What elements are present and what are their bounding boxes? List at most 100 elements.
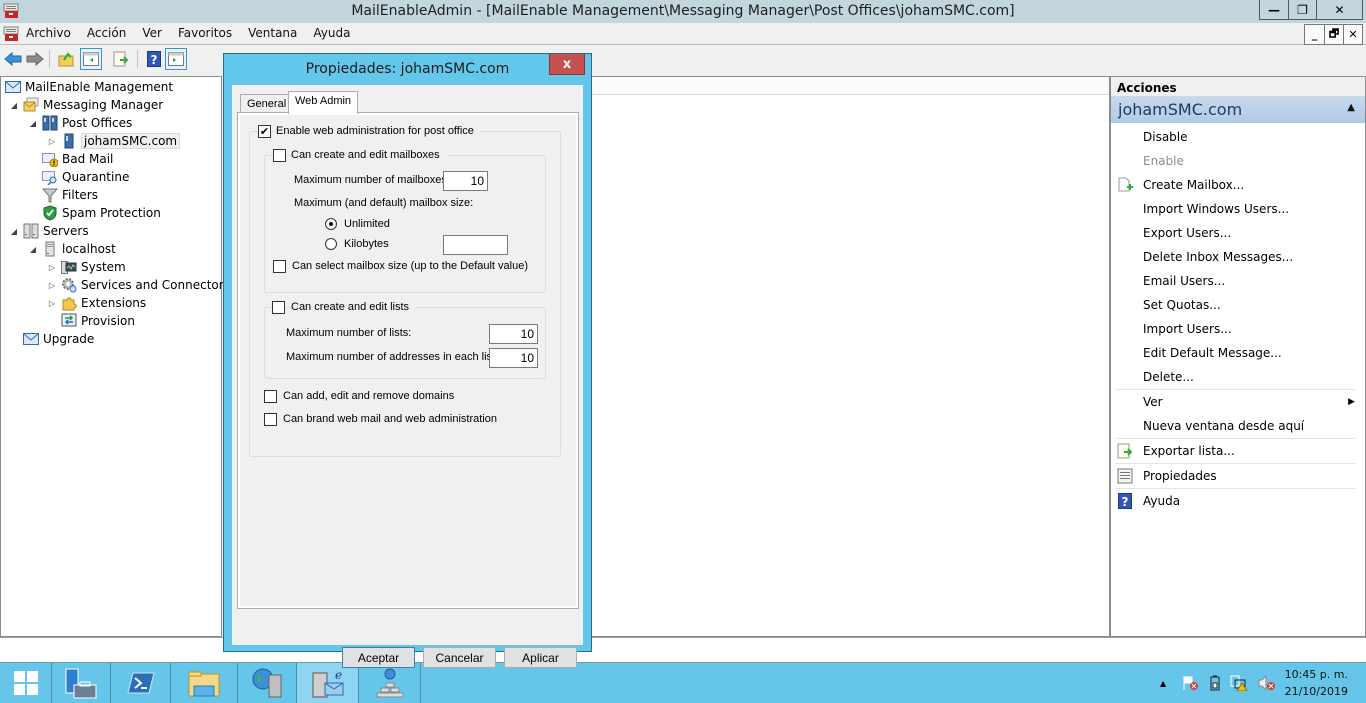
- enable-web-admin-checkbox[interactable]: ✔: [258, 125, 271, 138]
- restore-button[interactable]: ❐: [1288, 0, 1316, 19]
- action-export-users[interactable]: Export Users...: [1111, 221, 1365, 245]
- action-label: Create Mailbox...: [1143, 178, 1245, 192]
- show-hide-tree-button[interactable]: [80, 48, 102, 70]
- minimize-button[interactable]: —: [1260, 0, 1288, 19]
- action-center-flag-icon[interactable]: [1182, 675, 1200, 691]
- kilobytes-input[interactable]: [443, 235, 508, 255]
- max-lists-input[interactable]: 10: [489, 324, 538, 344]
- volume-muted-icon[interactable]: [1258, 675, 1276, 691]
- tree-node-johamsmc-com[interactable]: ▷ johamSMC.com: [47, 132, 181, 150]
- taskbar-iis-manager[interactable]: [238, 663, 297, 703]
- tree-node-localhost[interactable]: ◢ localhost: [28, 240, 116, 258]
- up-one-level-button[interactable]: [55, 48, 77, 70]
- action-import-windows-users[interactable]: Import Windows Users...: [1111, 197, 1365, 221]
- action-label: Import Windows Users...: [1143, 202, 1290, 216]
- tree-node-provision[interactable]: Provision: [61, 312, 135, 330]
- taskbar-clock[interactable]: 10:45 p. m. 21/10/2019: [1285, 666, 1348, 700]
- apply-button[interactable]: Aplicar: [504, 647, 577, 668]
- menu-ventana[interactable]: Ventana: [248, 26, 305, 40]
- action-set-quotas[interactable]: Set Quotas...: [1111, 293, 1365, 317]
- action-delete[interactable]: Delete...: [1111, 365, 1365, 389]
- new-item-icon: [1118, 177, 1133, 192]
- action-create-mailbox[interactable]: Create Mailbox...: [1111, 173, 1365, 197]
- mdi-close-button[interactable]: ✕: [1343, 25, 1362, 44]
- tree-node-servers[interactable]: ◢ Servers: [9, 222, 89, 240]
- action-email-users[interactable]: Email Users...: [1111, 269, 1365, 293]
- menu-accion[interactable]: Acción: [87, 26, 134, 40]
- close-button[interactable]: ✕: [1316, 0, 1362, 19]
- action-propiedades[interactable]: Propiedades: [1111, 464, 1365, 488]
- action-import-users[interactable]: Import Users...: [1111, 317, 1365, 341]
- back-button[interactable]: [2, 48, 24, 70]
- max-mailboxes-input[interactable]: 10: [443, 171, 488, 191]
- tree-node-label: Servers: [43, 224, 89, 238]
- help-button[interactable]: ?: [143, 48, 165, 70]
- collapse-caret-icon[interactable]: ▲: [1347, 102, 1355, 113]
- action-edit-default-message[interactable]: Edit Default Message...: [1111, 341, 1365, 365]
- branding-checkbox[interactable]: [264, 413, 277, 426]
- tab-web-admin[interactable]: Web Admin: [288, 91, 359, 114]
- expand-icon[interactable]: ▷: [47, 281, 57, 290]
- domains-checkbox[interactable]: [264, 390, 277, 403]
- tree-node-mailenable-management[interactable]: MailEnable Management: [5, 78, 173, 96]
- tree-node-upgrade[interactable]: Upgrade: [23, 330, 94, 348]
- start-button[interactable]: [0, 663, 52, 703]
- dialog-close-button[interactable]: x: [549, 54, 585, 75]
- actions-section-header[interactable]: johamSMC.com ▲: [1111, 97, 1365, 123]
- system-icon: [61, 261, 77, 274]
- expand-icon[interactable]: ▷: [47, 137, 57, 146]
- forward-button[interactable]: [24, 48, 46, 70]
- show-hide-action-pane-button[interactable]: [165, 48, 187, 70]
- mdi-child-icon[interactable]: [3, 26, 19, 42]
- action-delete-inbox-messages[interactable]: Delete Inbox Messages...: [1111, 245, 1365, 269]
- action-ver[interactable]: Ver ▶: [1111, 390, 1365, 414]
- taskbar-file-explorer[interactable]: [171, 663, 238, 703]
- tree-node-post-offices[interactable]: ◢ Post Offices: [28, 114, 132, 132]
- taskbar-server-manager[interactable]: [52, 663, 111, 703]
- collapse-icon[interactable]: ◢: [28, 119, 38, 128]
- kilobytes-radio[interactable]: [325, 238, 337, 250]
- action-ayuda[interactable]: ? Ayuda: [1111, 489, 1365, 513]
- mdi-minimize-button[interactable]: _: [1305, 25, 1324, 44]
- taskbar-powershell[interactable]: [111, 663, 171, 703]
- battery-icon[interactable]: [1210, 675, 1220, 691]
- tree-node-bad-mail[interactable]: Bad Mail: [42, 150, 113, 168]
- cancel-button[interactable]: Cancelar: [423, 647, 496, 668]
- select-mailbox-size-checkbox[interactable]: [273, 260, 286, 273]
- create-edit-mailboxes-checkbox[interactable]: [273, 149, 286, 162]
- action-disable[interactable]: Disable: [1111, 125, 1365, 149]
- menu-ver[interactable]: Ver: [142, 26, 170, 40]
- tree-node-system[interactable]: ▷ System: [47, 258, 126, 276]
- menu-archivo[interactable]: Archivo: [26, 26, 79, 40]
- menu-favoritos[interactable]: Favoritos: [178, 26, 240, 40]
- unlimited-radio[interactable]: [325, 218, 337, 230]
- create-edit-lists-checkbox[interactable]: [272, 301, 285, 314]
- servers-icon: [23, 223, 39, 239]
- expand-icon[interactable]: ▷: [47, 299, 57, 308]
- tree-node-quarantine[interactable]: Quarantine: [42, 168, 129, 186]
- tree-node-messaging-manager[interactable]: ◢ Messaging Manager: [9, 96, 163, 114]
- taskbar-mailenable-admin[interactable]: e: [297, 663, 359, 703]
- menu-ayuda[interactable]: Ayuda: [313, 26, 358, 40]
- tree-node-label: System: [81, 260, 126, 274]
- collapse-icon[interactable]: ◢: [9, 101, 19, 110]
- tab-general[interactable]: General: [240, 94, 294, 113]
- collapse-icon[interactable]: ◢: [28, 245, 38, 254]
- network-warning-icon[interactable]: [1230, 675, 1248, 691]
- tree-node-filters[interactable]: Filters: [42, 186, 98, 204]
- export-list-button[interactable]: [110, 48, 132, 70]
- max-addresses-input[interactable]: 10: [489, 348, 538, 368]
- ok-button[interactable]: Aceptar: [342, 647, 415, 668]
- action-nueva-ventana[interactable]: Nueva ventana desde aquí: [1111, 414, 1365, 438]
- unlimited-label: Unlimited: [344, 218, 390, 230]
- action-exportar-lista[interactable]: Exportar lista...: [1111, 439, 1365, 463]
- taskbar-network[interactable]: [359, 663, 421, 703]
- tree-node-services-and-connectors[interactable]: ▷ Services and Connectors: [47, 276, 230, 294]
- close-icon: ✕: [1348, 28, 1358, 41]
- tree-node-spam-protection[interactable]: Spam Protection: [42, 204, 161, 222]
- collapse-icon[interactable]: ◢: [9, 227, 19, 236]
- expand-icon[interactable]: ▷: [47, 263, 57, 272]
- tree-node-extensions[interactable]: ▷ Extensions: [47, 294, 146, 312]
- mdi-restore-button[interactable]: 🗗: [1324, 25, 1343, 44]
- tray-overflow-icon[interactable]: ▲: [1160, 679, 1166, 688]
